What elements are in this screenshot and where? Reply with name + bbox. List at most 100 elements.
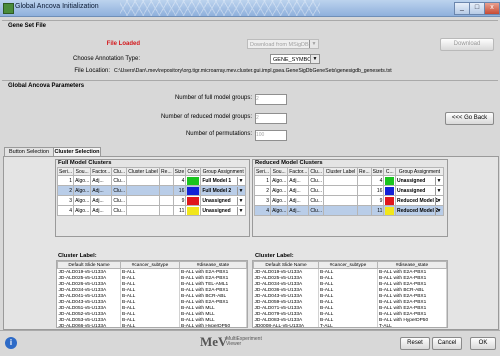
info-icon[interactable]: i <box>5 337 17 349</box>
source-cell: Algo... <box>73 175 92 186</box>
factor-cell: Adj... <box>287 205 310 216</box>
serial-cell: 1 <box>56 175 75 186</box>
cluster-label-cell <box>125 205 161 216</box>
group-assignment-dropdown[interactable]: Full Model 1 ▼ <box>200 175 246 186</box>
table-header: Seri... Sou... Factor... Clu... Cluster … <box>56 167 246 176</box>
table-row[interactable]: 1 Algo... Adj... Clu... 4 Full Model 1 ▼ <box>56 175 246 186</box>
reduced-groups-input[interactable]: 2 <box>255 113 287 124</box>
group-assignment-dropdown[interactable]: Unassigned ▼ <box>200 205 246 216</box>
remarks-cell <box>357 175 372 186</box>
remarks-cell <box>357 195 372 206</box>
group-assignment-dropdown[interactable]: Unassigned ▼ <box>395 185 444 196</box>
factor-cell: Adj... <box>287 175 310 186</box>
table-row[interactable]: JD0008-ALL-v5-U133A T-ALL T-ALL <box>253 323 447 327</box>
ok-button[interactable]: OK <box>470 337 496 350</box>
group-assignment-dropdown[interactable]: Unassigned ▼ <box>395 175 444 186</box>
annotation-type-label: Choose Annotation Type: <box>73 56 140 62</box>
size-cell: 16 <box>370 185 385 196</box>
size-cell: 9 <box>370 195 385 206</box>
group-value: Unassigned <box>202 207 231 214</box>
table-row[interactable]: 2 Algo... Adj... Clu... 16 Unassigned ▼ <box>253 185 444 196</box>
download-source-value: Download from MSigDB <box>250 42 309 48</box>
col-header: #cancer_subtype <box>120 261 180 269</box>
file-status: File Loaded <box>106 41 140 47</box>
source-cell: Algo... <box>73 205 92 216</box>
left-label-table-container[interactable]: Default Slide Name #cancer_subtype #dise… <box>56 260 248 328</box>
table-row[interactable]: JD-ALD066-v5-U133A B-ALL B-ALL with HyperD… <box>57 323 247 327</box>
color-swatch <box>187 206 200 215</box>
cluster-label-cell <box>322 185 359 196</box>
permutations-input[interactable]: 100 <box>255 130 287 141</box>
group-value: Reduced Model 2 <box>397 207 439 214</box>
color-cell <box>383 175 396 186</box>
serial-cell: 3 <box>253 195 272 206</box>
cluster-label-cell <box>125 195 161 206</box>
parameters-section-label: Global Ancova Parameters <box>8 83 85 89</box>
size-cell: 9 <box>172 195 187 206</box>
col-header: Default Slide Name <box>253 261 319 269</box>
size-cell: 4 <box>172 175 187 186</box>
chevron-down-icon: ▼ <box>435 196 442 205</box>
annotation-type-value: GENE_SYMBOL <box>273 57 315 63</box>
col-header: C... <box>383 167 396 176</box>
col-header: Re... <box>357 167 372 176</box>
mev-logo-text: MeV <box>200 334 228 349</box>
group-assignment-dropdown[interactable]: Full Model 2 ▼ <box>200 185 246 196</box>
permutations-label: Number of permutations: <box>185 131 252 137</box>
factor-cell: Adj... <box>90 205 113 216</box>
group-assignment-dropdown[interactable]: Reduced Model 2 ▼ <box>395 205 444 216</box>
cluster-label-caption-left: Cluster Label: <box>58 253 97 259</box>
table-row[interactable]: 4 Algo... Adj... Clu... 11 Unassigned ▼ <box>56 205 246 216</box>
table-row[interactable]: 3 Algo... Adj... Clu... 9 Reduced Model … <box>253 195 444 206</box>
reset-button[interactable]: Reset <box>400 337 430 350</box>
color-swatch <box>187 176 200 185</box>
right-label-table-container[interactable]: Default Slide Name #cancer_subtype #dise… <box>252 260 448 328</box>
chevron-down-icon: ▼ <box>435 206 442 215</box>
col-header: #cancer_subtype <box>318 261 378 269</box>
col-header: Cluster Label <box>125 167 161 176</box>
factor-cell: Adj... <box>90 185 113 196</box>
table-row[interactable]: 2 Algo... Adj... Clu... 16 Full Model 2 ▼ <box>56 185 246 196</box>
maximize-button[interactable]: □ <box>469 2 485 15</box>
remarks-cell <box>159 195 174 206</box>
mev-logo-subtitle: MultiExperiment Viewer <box>226 336 262 347</box>
color-swatch <box>385 196 394 205</box>
remarks-cell <box>357 185 372 196</box>
group-assignment-dropdown[interactable]: Unassigned ▼ <box>200 195 246 206</box>
group-assignment-dropdown[interactable]: Reduced Model 1 ▼ <box>395 195 444 206</box>
cluster-label-cell <box>125 185 161 196</box>
col-header: Sou... <box>270 167 289 176</box>
group-value: Full Model 1 <box>202 177 232 184</box>
slide-name-cell: JD-ALD066-v5-U133A <box>57 323 121 327</box>
table-row[interactable]: 3 Algo... Adj... Clu... 9 Unassigned ▼ <box>56 195 246 206</box>
col-header: Size <box>172 167 187 176</box>
mev-logo: MeV MultiExperiment Viewer <box>200 334 262 350</box>
close-button[interactable]: x <box>484 2 500 15</box>
serial-cell: 2 <box>56 185 75 196</box>
minimize-button[interactable]: _ <box>454 2 470 15</box>
size-cell: 11 <box>370 205 385 216</box>
color-cell <box>383 185 396 196</box>
full-groups-input[interactable]: 2 <box>255 94 287 105</box>
col-header: Group Assignment <box>200 167 246 176</box>
col-header: Default Slide Name <box>57 261 121 269</box>
annotation-type-combo[interactable]: GENE_SYMBOL ▼ <box>270 54 320 64</box>
reduced-model-title: Reduced Model Clusters <box>255 160 323 166</box>
table-row[interactable]: 1 Algo... Adj... Clu... 4 Unassigned ▼ <box>253 175 444 186</box>
serial-cell: 2 <box>253 185 272 196</box>
group-value: Unassigned <box>397 177 426 184</box>
file-location-path: C:\Users\Dan\.mev\repository\org.tigr.mi… <box>114 68 392 74</box>
cluster-cell: Clu... <box>308 175 324 186</box>
col-header: Color <box>185 167 202 176</box>
table-row[interactable]: 4 Algo... Adj... Clu... 11 Reduced Model… <box>253 205 444 216</box>
download-source-combo: Download from MSigDB ▼ <box>247 39 319 49</box>
size-cell: 11 <box>172 205 187 216</box>
source-cell: Algo... <box>270 175 289 186</box>
download-button[interactable]: Download <box>440 38 494 51</box>
color-swatch <box>187 196 200 205</box>
cancel-button[interactable]: Cancel <box>432 337 462 350</box>
go-back-button[interactable]: <<< Go Back <box>445 112 494 125</box>
source-cell: Algo... <box>270 185 289 196</box>
col-header: Size <box>370 167 385 176</box>
factor-cell: Adj... <box>90 175 113 186</box>
